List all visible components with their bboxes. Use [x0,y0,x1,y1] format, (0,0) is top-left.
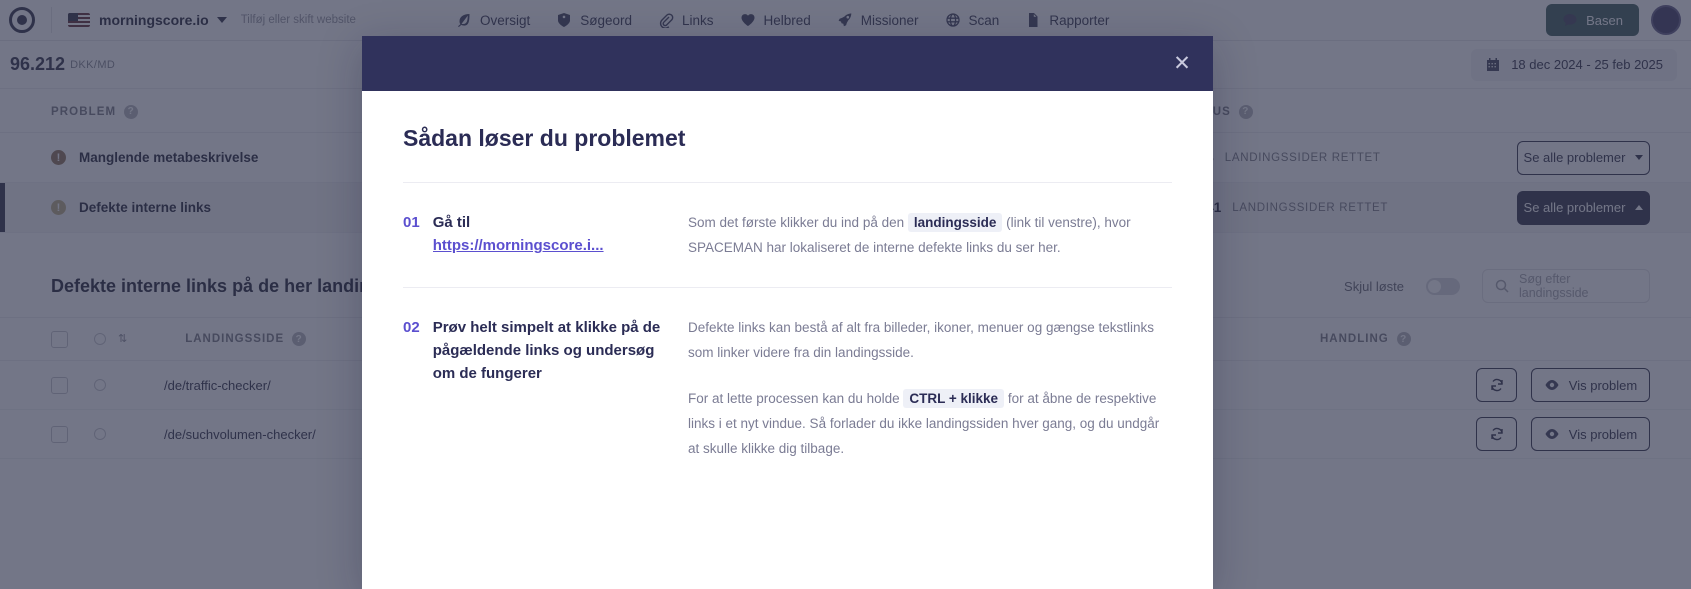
landingpage-link[interactable]: https://morningscore.i... [433,234,604,257]
highlight-chip: landingsside [907,213,1003,232]
highlight-chip: CTRL + klikke [903,388,1005,408]
how-to-solve-modal: ✕ Sådan løser du problemet 01 Gå til htt… [362,36,1213,589]
step-number: 02 [403,318,420,336]
paragraph-before: Som det første klikker du ind på den [688,215,908,230]
paragraph-before: For at lette processen kan du holde [688,390,904,406]
step-01-right: Som det første klikker du ind på den lan… [688,211,1172,261]
close-icon[interactable]: ✕ [1167,48,1197,78]
step-paragraph: Som det første klikker du ind på den lan… [688,211,1172,261]
modal-body: Sådan løser du problemet 01 Gå til https… [362,91,1213,488]
step-paragraph: Defekte links kan bestå af alt fra bille… [688,319,1155,360]
step-01: 01 Gå til https://morningscore.i... Som … [403,183,1172,287]
step-02-right: Defekte links kan bestå af alt fra bille… [688,316,1172,462]
step-heading-group: Gå til https://morningscore.i... [433,211,604,261]
step-paragraph: For at lette processen kan du holde CTRL… [688,387,1172,462]
step-02-left: 02 Prøv helt simpelt at klikke på de påg… [403,316,688,462]
modal-title: Sådan løser du problemet [403,125,686,151]
step-heading: Gå til [432,214,471,231]
step-02: 02 Prøv helt simpelt at klikke på de påg… [403,288,1172,488]
step-01-left: 01 Gå til https://morningscore.i... [403,211,688,261]
step-heading-group: Prøv helt simpelt at klikke på de pågæld… [433,316,670,462]
step-heading: Prøv helt simpelt at klikke på de pågæld… [432,318,661,383]
step-number: 01 [403,214,420,231]
modal-header-band: ✕ [362,36,1213,91]
